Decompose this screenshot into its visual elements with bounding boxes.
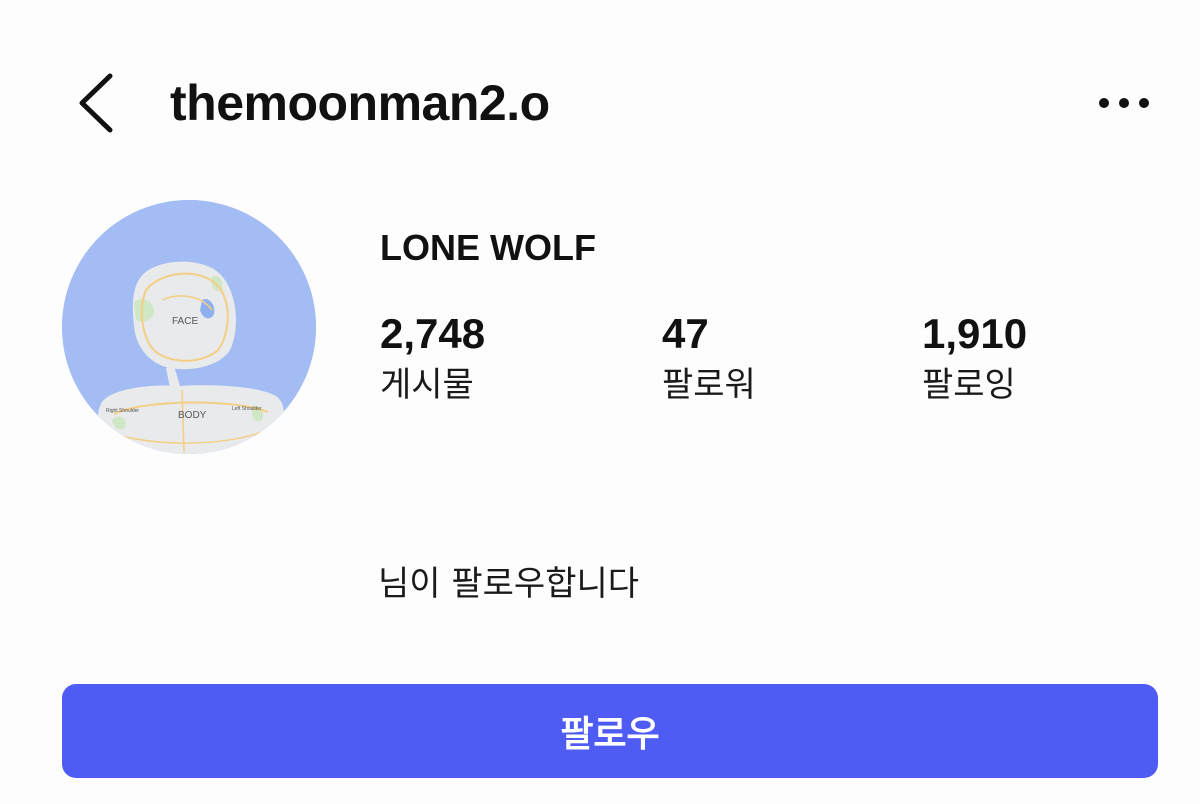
avatar-label-face: FACE	[172, 316, 198, 327]
avatar-label-right-shoulder: Right Shoulder	[106, 408, 139, 414]
stat-posts-value: 2,748	[380, 310, 486, 357]
stat-followers[interactable]: 47 팔로워	[662, 310, 756, 408]
follow-button[interactable]: 팔로우	[62, 684, 1158, 778]
avatar[interactable]: FACE BODY Right Shoulder Left Shoulder	[62, 200, 316, 454]
stat-following[interactable]: 1,910 팔로잉	[922, 310, 1027, 408]
back-button[interactable]	[70, 72, 120, 134]
profile-username: themoonman2.o	[170, 75, 550, 131]
follow-button-label: 팔로우	[560, 714, 660, 755]
avatar-label-left-shoulder: Left Shoulder	[232, 406, 262, 412]
stat-posts[interactable]: 2,748 게시물	[380, 310, 485, 408]
stat-following-label: 팔로잉	[922, 365, 1016, 405]
stat-followers-value: 47	[662, 310, 709, 357]
profile-display-name: LONE WOLF	[380, 227, 596, 268]
stat-following-value: 1,910	[922, 310, 1028, 357]
more-options-button[interactable]	[1094, 88, 1154, 118]
avatar-map-image: FACE BODY Right Shoulder Left Shoulder	[62, 200, 316, 454]
follows-you-text: 님이 팔로우합니다	[378, 564, 640, 604]
stat-followers-label: 팔로워	[662, 365, 756, 405]
stat-posts-label: 게시물	[380, 365, 474, 405]
avatar-label-body: BODY	[178, 410, 207, 421]
profile-header: themoonman2.o	[0, 0, 1200, 200]
ellipsis-horizontal-icon	[1099, 98, 1149, 108]
chevron-left-icon	[79, 73, 113, 133]
